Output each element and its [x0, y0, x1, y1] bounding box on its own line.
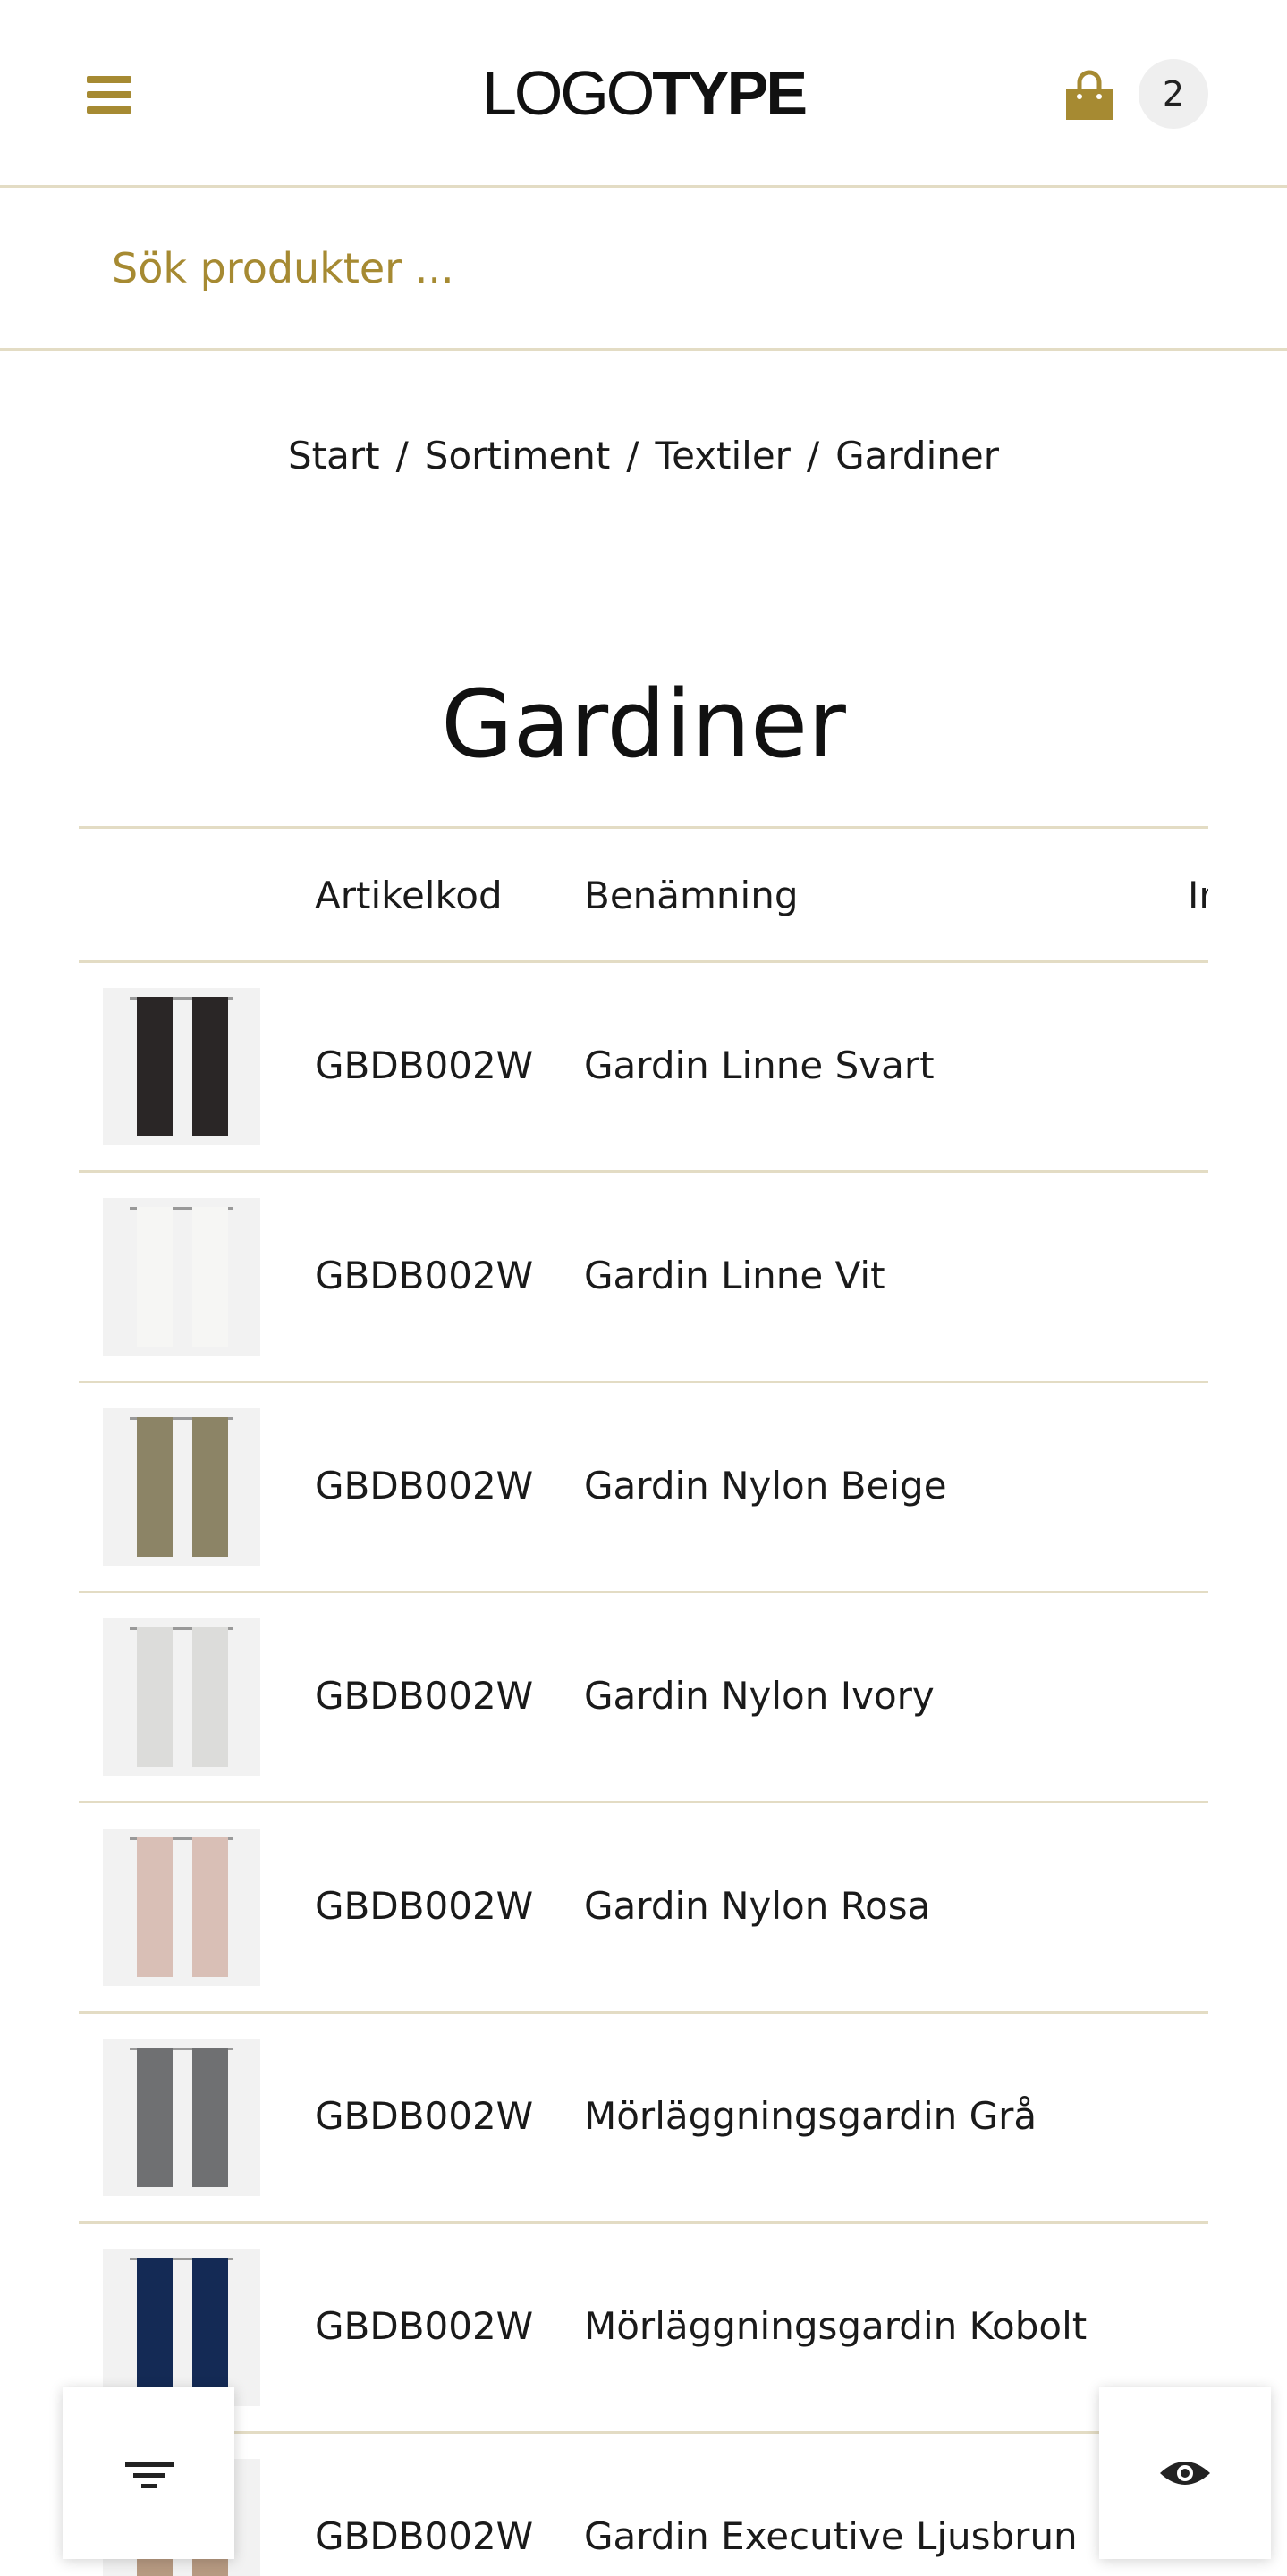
- breadcrumb-textiler[interactable]: Textiler: [656, 434, 791, 477]
- curtain-panel: [192, 2048, 228, 2187]
- product-name[interactable]: Gardin Nylon Ivory: [584, 1674, 935, 1718]
- product-thumbnail[interactable]: [103, 2249, 260, 2406]
- breadcrumb-separator: /: [626, 434, 639, 477]
- cart-count-badge[interactable]: 2: [1139, 59, 1208, 129]
- breadcrumb-separator: /: [395, 434, 409, 477]
- breadcrumb-start[interactable]: Start: [288, 434, 380, 477]
- table-row[interactable]: GBDB002W Gardin Nylon Beige: [79, 1381, 1208, 1591]
- table-row[interactable]: GBDB002W Mörläggningsgardin Grå: [79, 2011, 1208, 2221]
- article-code: GBDB002W: [315, 1254, 534, 1297]
- product-thumbnail[interactable]: [103, 1198, 260, 1356]
- product-name[interactable]: Gardin Linne Svart: [584, 1043, 935, 1087]
- column-header-benamning[interactable]: Benämning: [584, 874, 799, 917]
- breadcrumb-sortiment[interactable]: Sortiment: [425, 434, 611, 477]
- article-code: GBDB002W: [315, 1674, 534, 1718]
- article-code: GBDB002W: [315, 1884, 534, 1928]
- page-title: Gardiner: [441, 669, 846, 779]
- table-row[interactable]: GBDB002W Gardin Nylon Ivory: [79, 1591, 1208, 1801]
- column-header-in[interactable]: In: [1188, 874, 1208, 917]
- product-name[interactable]: Gardin Nylon Beige: [584, 1464, 947, 1508]
- curtain-panel: [137, 1627, 173, 1767]
- table-row[interactable]: GBDB002W Gardin Executive Ljusbrun: [79, 2431, 1208, 2576]
- curtain-panel: [192, 1417, 228, 1557]
- curtain-panel: [137, 1837, 173, 1977]
- site-header: LOGOTYPE 2: [0, 0, 1287, 188]
- product-thumbnail[interactable]: [103, 2039, 260, 2196]
- product-thumbnail[interactable]: [103, 988, 260, 1145]
- curtain-panel: [137, 2258, 173, 2397]
- curtain-panel: [192, 1837, 228, 1977]
- search-bar: [0, 188, 1287, 351]
- article-code: GBDB002W: [315, 2304, 534, 2348]
- article-code: GBDB002W: [315, 1043, 534, 1087]
- article-code: GBDB002W: [315, 2094, 534, 2138]
- curtain-panel: [192, 1627, 228, 1767]
- curtain-panel: [192, 997, 228, 1136]
- curtain-panel: [137, 997, 173, 1136]
- column-header-artikelkod[interactable]: Artikelkod: [315, 874, 503, 917]
- product-thumbnail[interactable]: [103, 1829, 260, 1986]
- eye-icon: [1160, 2462, 1210, 2485]
- product-thumbnail[interactable]: [103, 1408, 260, 1566]
- product-name[interactable]: Mörläggningsgardin Grå: [584, 2094, 1037, 2138]
- product-name[interactable]: Gardin Executive Ljusbrun: [584, 2514, 1078, 2558]
- article-code: GBDB002W: [315, 1464, 534, 1508]
- table-row[interactable]: GBDB002W Gardin Linne Svart: [79, 960, 1208, 1170]
- table-row[interactable]: GBDB002W Gardin Nylon Rosa: [79, 1801, 1208, 2011]
- breadcrumb: Start / Sortiment / Textiler / Gardiner: [0, 429, 1287, 483]
- breadcrumb-separator: /: [806, 434, 820, 477]
- table-row[interactable]: GBDB002W Gardin Linne Vit: [79, 1170, 1208, 1381]
- curtain-panel: [192, 1207, 228, 1347]
- product-thumbnail[interactable]: [103, 1618, 260, 1776]
- product-name[interactable]: Gardin Nylon Rosa: [584, 1884, 930, 1928]
- table-header-row: Artikelkod Benämning In: [79, 826, 1208, 960]
- filter-button[interactable]: [63, 2387, 234, 2559]
- product-name[interactable]: Mörläggningsgardin Kobolt: [584, 2304, 1087, 2348]
- curtain-panel: [137, 1207, 173, 1347]
- curtain-panel: [137, 1417, 173, 1557]
- table-row[interactable]: GBDB002W Mörläggningsgardin Kobolt: [79, 2221, 1208, 2431]
- curtain-panel: [192, 2258, 228, 2397]
- product-name[interactable]: Gardin Linne Vit: [584, 1254, 885, 1297]
- product-table: Artikelkod Benämning In GBDB002W Gardin L…: [79, 826, 1208, 2576]
- filter-icon: [125, 2462, 174, 2488]
- shopping-bag-icon[interactable]: [1064, 70, 1114, 122]
- search-input[interactable]: [112, 224, 1185, 313]
- breadcrumb-gardiner: Gardiner: [835, 434, 999, 477]
- curtain-panel: [137, 2048, 173, 2187]
- article-code: GBDB002W: [315, 2514, 534, 2558]
- view-toggle-button[interactable]: [1099, 2387, 1271, 2559]
